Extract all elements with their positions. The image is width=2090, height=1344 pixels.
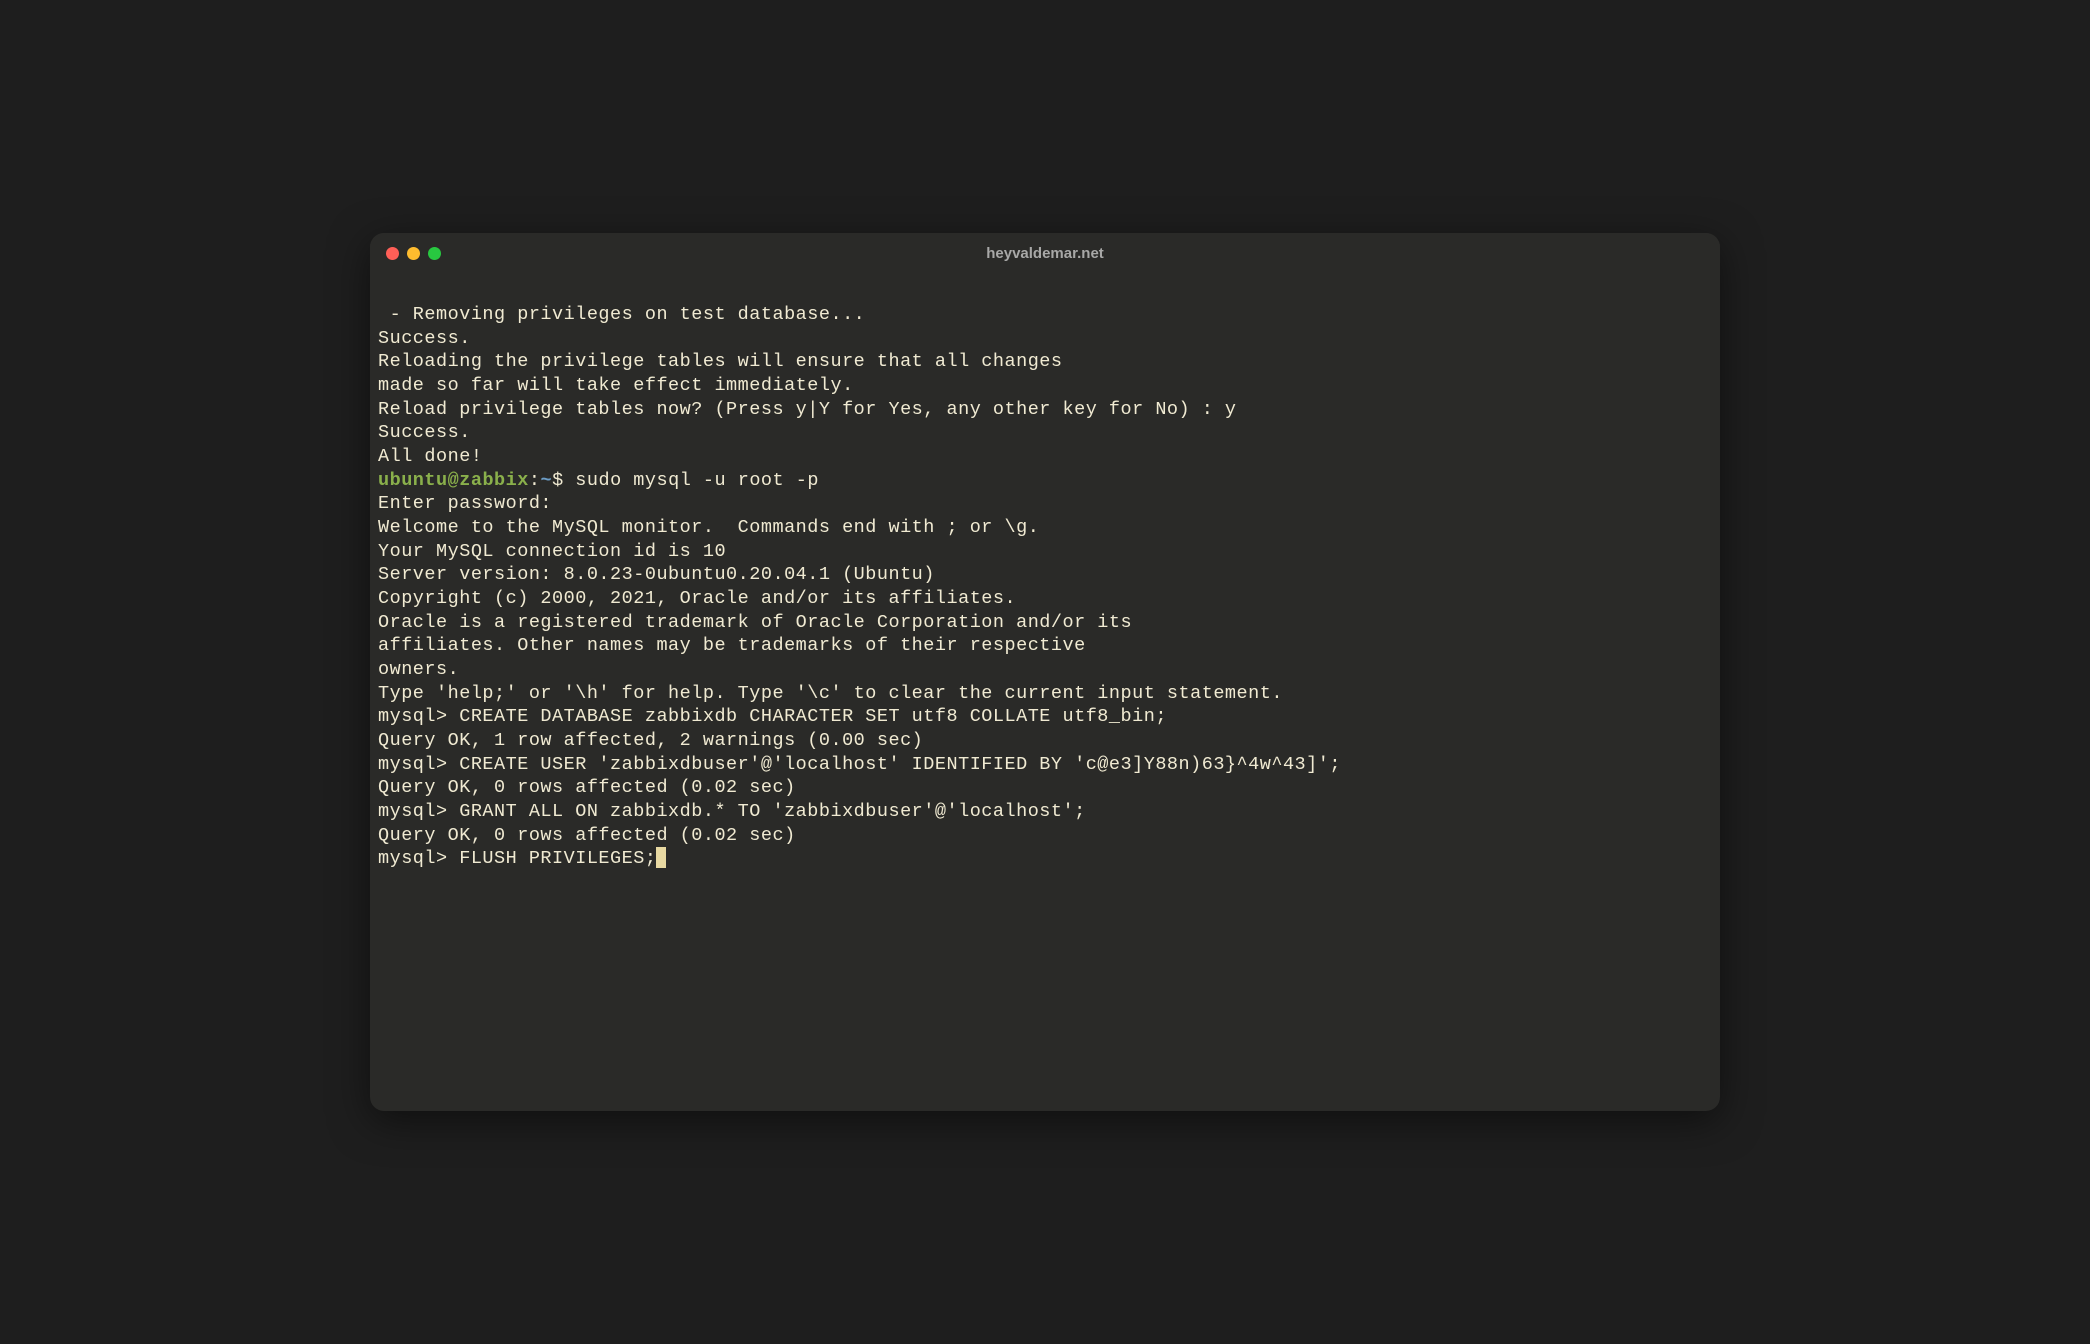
window-controls — [386, 247, 441, 260]
output-line: Reloading the privilege tables will ensu… — [378, 351, 1063, 372]
close-icon[interactable] — [386, 247, 399, 260]
output-line: Success. — [378, 422, 471, 443]
output-line: Query OK, 1 row affected, 2 warnings (0.… — [378, 730, 923, 751]
output-line: Your MySQL connection id is 10 — [378, 541, 726, 562]
output-line: Server version: 8.0.23-0ubuntu0.20.04.1 … — [378, 564, 935, 585]
output-line: Copyright (c) 2000, 2021, Oracle and/or … — [378, 588, 1016, 609]
output-line: Type 'help;' or '\h' for help. Type '\c'… — [378, 683, 1283, 704]
output-line: All done! — [378, 446, 482, 467]
minimize-icon[interactable] — [407, 247, 420, 260]
terminal-body[interactable]: - Removing privileges on test database..… — [370, 273, 1720, 1111]
prompt-colon: : — [529, 470, 541, 491]
window-title: heyvaldemar.net — [986, 245, 1104, 262]
prompt-path: ~ — [540, 470, 552, 491]
prompt-line: ubuntu@zabbix:~$ sudo mysql -u root -p — [378, 469, 1712, 493]
output-line: Enter password: — [378, 493, 552, 514]
output-line: mysql> GRANT ALL ON zabbixdb.* TO 'zabbi… — [378, 801, 1086, 822]
output-line: Oracle is a registered trademark of Orac… — [378, 612, 1132, 633]
prompt-at: @ — [448, 470, 460, 491]
output-line: Welcome to the MySQL monitor. Commands e… — [378, 517, 1039, 538]
terminal-window: heyvaldemar.net - Removing privileges on… — [370, 233, 1720, 1111]
prompt-dollar: $ — [552, 470, 575, 491]
output-line: made so far will take effect immediately… — [378, 375, 854, 396]
prompt-host: zabbix — [459, 470, 529, 491]
maximize-icon[interactable] — [428, 247, 441, 260]
output-line: affiliates. Other names may be trademark… — [378, 635, 1086, 656]
prompt-user: ubuntu — [378, 470, 448, 491]
output-line: mysql> FLUSH PRIVILEGES; — [378, 848, 656, 869]
output-line: owners. — [378, 659, 459, 680]
output-line: Success. — [378, 328, 471, 349]
output-line: - Removing privileges on test database..… — [378, 304, 865, 325]
command-text: sudo mysql -u root -p — [575, 470, 819, 491]
output-line: Reload privilege tables now? (Press y|Y … — [378, 399, 1237, 420]
title-bar: heyvaldemar.net — [370, 233, 1720, 273]
output-line: Query OK, 0 rows affected (0.02 sec) — [378, 825, 796, 846]
output-line: mysql> CREATE DATABASE zabbixdb CHARACTE… — [378, 706, 1167, 727]
output-line: Query OK, 0 rows affected (0.02 sec) — [378, 777, 796, 798]
cursor-icon — [656, 847, 666, 868]
output-line: mysql> CREATE USER 'zabbixdbuser'@'local… — [378, 754, 1341, 775]
